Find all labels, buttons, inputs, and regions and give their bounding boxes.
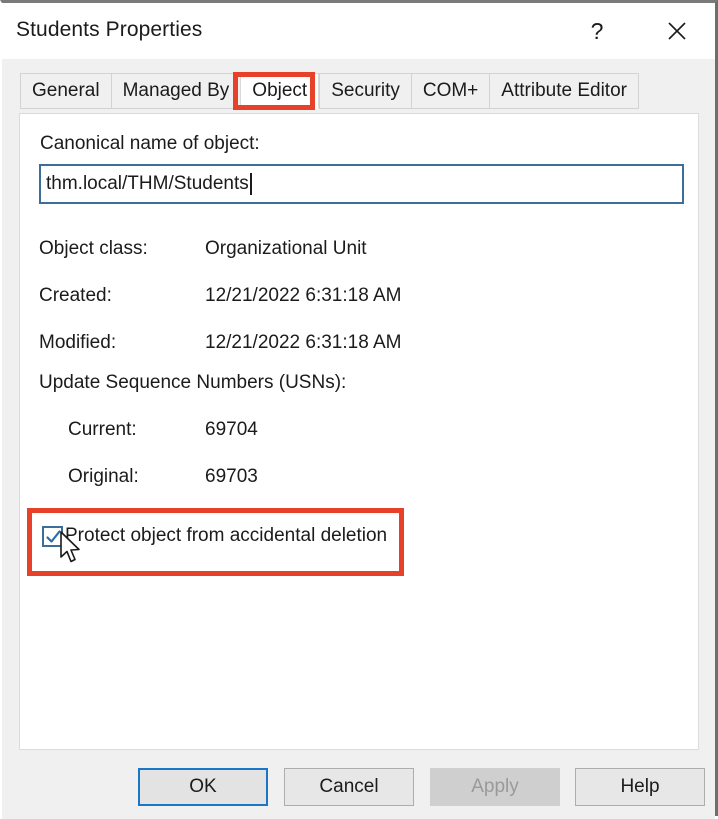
tab-object[interactable]: Object [240,73,320,109]
tab-security[interactable]: Security [319,73,411,109]
object-tab-panel: Canonical name of object: thm.local/THM/… [19,113,699,750]
created-value: 12/21/2022 6:31:18 AM [205,285,402,306]
canonical-name-label: Canonical name of object: [40,133,260,154]
title-bar: Students Properties ? [2,3,715,59]
canonical-name-value: thm.local/THM/Students [46,173,249,194]
object-class-row: Object class: Organizational Unit [20,238,698,260]
students-properties-dialog: Students Properties ? General Managed By… [0,0,718,819]
help-question-icon[interactable]: ? [570,3,624,59]
help-button[interactable]: Help [575,768,705,806]
created-row: Created: 12/21/2022 6:31:18 AM [20,285,698,307]
object-class-label: Object class: [39,238,148,259]
tab-list: General Managed By Object Security COM+ … [20,73,639,109]
cancel-button[interactable]: Cancel [284,768,414,806]
tab-strip: General Managed By Object Security COM+ … [2,59,715,115]
protect-object-from-accidental-deletion-row[interactable]: Protect object from accidental deletion [42,521,387,551]
protect-object-checkbox[interactable] [42,525,63,547]
usn-current-row: Current: 69704 [20,419,698,441]
usn-heading-label: Update Sequence Numbers (USNs): [39,372,347,393]
usn-heading-row: Update Sequence Numbers (USNs): [20,372,698,394]
tab-general[interactable]: General [20,73,111,109]
dialog-button-bar: OK Cancel Apply Help [2,750,715,819]
window-title: Students Properties [16,18,203,41]
usn-current-label: Current: [68,419,137,440]
tab-attribute-editor[interactable]: Attribute Editor [489,73,639,109]
object-class-value: Organizational Unit [205,238,367,259]
usn-original-row: Original: 69703 [20,466,698,488]
usn-current-value: 69704 [205,419,258,440]
tab-com-plus[interactable]: COM+ [410,73,490,109]
canonical-name-input[interactable]: thm.local/THM/Students [39,164,684,204]
modified-value: 12/21/2022 6:31:18 AM [205,332,402,353]
protect-object-checkbox-label: Protect object from accidental deletion [65,525,388,546]
text-caret [249,173,252,195]
tab-managed-by[interactable]: Managed By [110,73,241,109]
modified-row: Modified: 12/21/2022 6:31:18 AM [20,332,698,354]
checkmark-icon [46,529,61,543]
close-icon[interactable] [650,3,704,59]
apply-button: Apply [430,768,560,806]
ok-button[interactable]: OK [138,768,268,806]
created-label: Created: [39,285,112,306]
usn-original-value: 69703 [205,466,258,487]
modified-label: Modified: [39,332,117,353]
usn-original-label: Original: [68,466,139,487]
